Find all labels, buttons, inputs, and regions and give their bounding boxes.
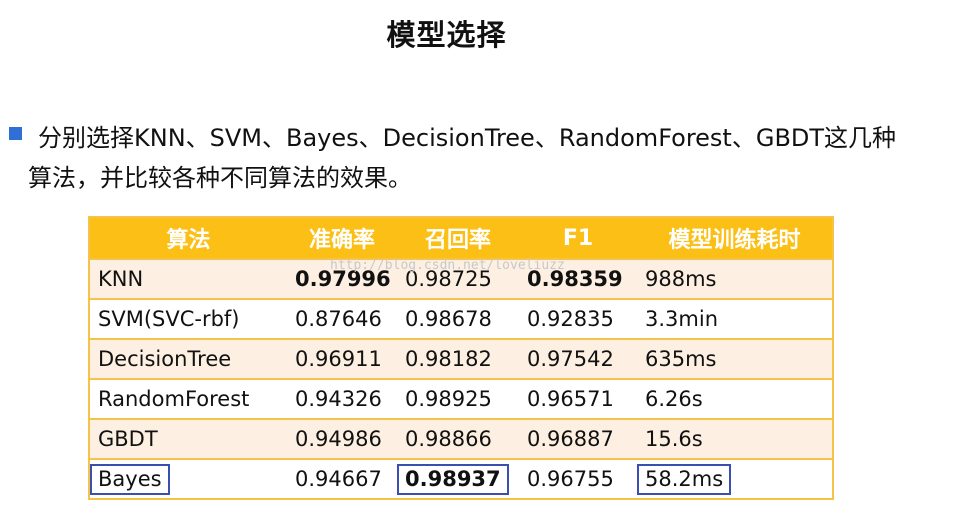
cell-recall: 0.98182	[397, 338, 519, 379]
cell-training-time: 15.6s	[637, 418, 833, 459]
cell-accuracy: 0.94986	[287, 418, 397, 459]
cell-algorithm: DecisionTree	[89, 338, 287, 379]
header-algorithm: 算法	[89, 217, 287, 259]
cell-training-time: 6.26s	[637, 378, 833, 419]
boxed-algorithm: Bayes	[90, 463, 170, 495]
cell-algorithm: RandomForest	[89, 378, 287, 419]
cell-f1: 0.96571	[519, 378, 637, 419]
table-row: GBDT 0.94986 0.98866 0.96887 15.6s	[89, 418, 833, 459]
cell-training-time: 3.3min	[637, 298, 833, 339]
intro-line-1: 分别选择KNN、SVM、Bayes、DecisionTree、RandomFor…	[38, 124, 897, 152]
cell-algorithm: Bayes	[89, 458, 287, 499]
header-accuracy: 准确率	[287, 217, 397, 259]
cell-algorithm: KNN	[89, 258, 287, 299]
table-row: Bayes 0.94667 0.98937 0.96755 58.2ms	[89, 458, 833, 499]
cell-recall: 0.98678	[397, 298, 519, 339]
header-recall: 召回率	[397, 217, 519, 259]
boxed-training-time: 58.2ms	[637, 463, 732, 495]
cell-accuracy: 0.94667	[287, 458, 397, 499]
cell-algorithm: GBDT	[89, 418, 287, 459]
cell-training-time: 988ms	[637, 258, 833, 299]
cell-recall: 0.98866	[397, 418, 519, 459]
cell-accuracy: 0.94326	[287, 378, 397, 419]
boxed-recall: 0.98937	[397, 463, 509, 495]
cell-accuracy: 0.87646	[287, 298, 397, 339]
cell-training-time: 58.2ms	[637, 458, 833, 499]
watermark: http://blog.csdn.net/loveliuzz	[330, 258, 565, 273]
intro-line-2: 算法，并比较各种不同算法的效果。	[28, 164, 412, 192]
cell-accuracy: 0.96911	[287, 338, 397, 379]
page-title: 模型选择	[386, 18, 507, 52]
table-row: RandomForest 0.94326 0.98925 0.96571 6.2…	[89, 378, 833, 419]
cell-f1: 0.92835	[519, 298, 637, 339]
header-training-time: 模型训练耗时	[637, 217, 833, 259]
cell-f1: 0.96755	[519, 458, 637, 499]
cell-recall: 0.98925	[397, 378, 519, 419]
table-row: DecisionTree 0.96911 0.98182 0.97542 635…	[89, 338, 833, 379]
header-f1: F1	[519, 217, 637, 259]
cell-f1: 0.97542	[519, 338, 637, 379]
cell-recall: 0.98937	[397, 458, 519, 499]
table-row: SVM(SVC-rbf) 0.87646 0.98678 0.92835 3.3…	[89, 298, 833, 339]
cell-f1: 0.96887	[519, 418, 637, 459]
bullet-icon	[9, 127, 22, 140]
cell-algorithm: SVM(SVC-rbf)	[89, 298, 287, 339]
cell-training-time: 635ms	[637, 338, 833, 379]
table-header-row: 算法 准确率 召回率 F1 模型训练耗时	[89, 217, 833, 259]
